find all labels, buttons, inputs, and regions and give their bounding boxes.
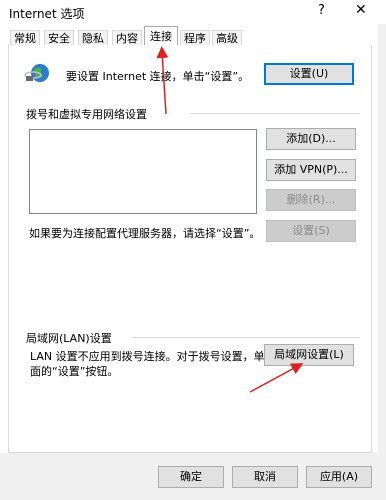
lan-heading: 局域网(LAN)设置 [26,332,112,345]
ok-button[interactable]: 确定 [158,466,224,488]
proxy-description: 如果要为连接配置代理服务器，请选择“设置”。 [29,227,261,240]
lan-settings-button[interactable]: 局域网设置(L) [264,344,354,366]
connection-list[interactable] [29,129,257,214]
tab-privacy[interactable]: 隐私 [78,30,108,45]
tab-connections[interactable]: 连接 [144,26,178,46]
dialup-divider [190,113,360,114]
lan-divider [132,337,360,338]
window-edge [378,24,386,500]
tab-general[interactable]: 常规 [10,30,40,45]
delete-button[interactable]: 删除(R)... [266,189,356,211]
lan-description-line1: LAN 设置不应用到拨号连接。对于拨号设置，单击上 [30,350,287,363]
dialup-heading: 拨号和虚拟专用网络设置 [26,108,147,121]
dialog-footer: 确定 取消 应用(A) [0,453,386,500]
tab-content[interactable]: 内容 [112,30,142,45]
window-title: Internet 选项 [9,7,85,21]
add-button[interactable]: 添加(D)... [266,128,356,150]
lan-description-line2: 面的“设置”按钮。 [30,365,119,378]
globe-icon [24,64,49,82]
help-button[interactable]: ? [318,3,325,18]
add-vpn-button[interactable]: 添加 VPN(P)... [266,159,356,181]
settings-button[interactable]: 设置(S) [266,220,356,242]
cancel-button[interactable]: 取消 [232,466,298,488]
tab-advanced[interactable]: 高级 [212,30,242,45]
tab-security[interactable]: 安全 [44,30,74,45]
setup-button[interactable]: 设置(U) [264,63,354,85]
apply-button[interactable]: 应用(A) [306,466,372,488]
close-button[interactable]: ✕ [355,2,367,18]
setup-description: 要设置 Internet 连接，单击“设置”。 [66,70,250,83]
tab-programs[interactable]: 程序 [180,30,210,45]
title-bar: Internet 选项 ? ✕ [0,0,386,24]
